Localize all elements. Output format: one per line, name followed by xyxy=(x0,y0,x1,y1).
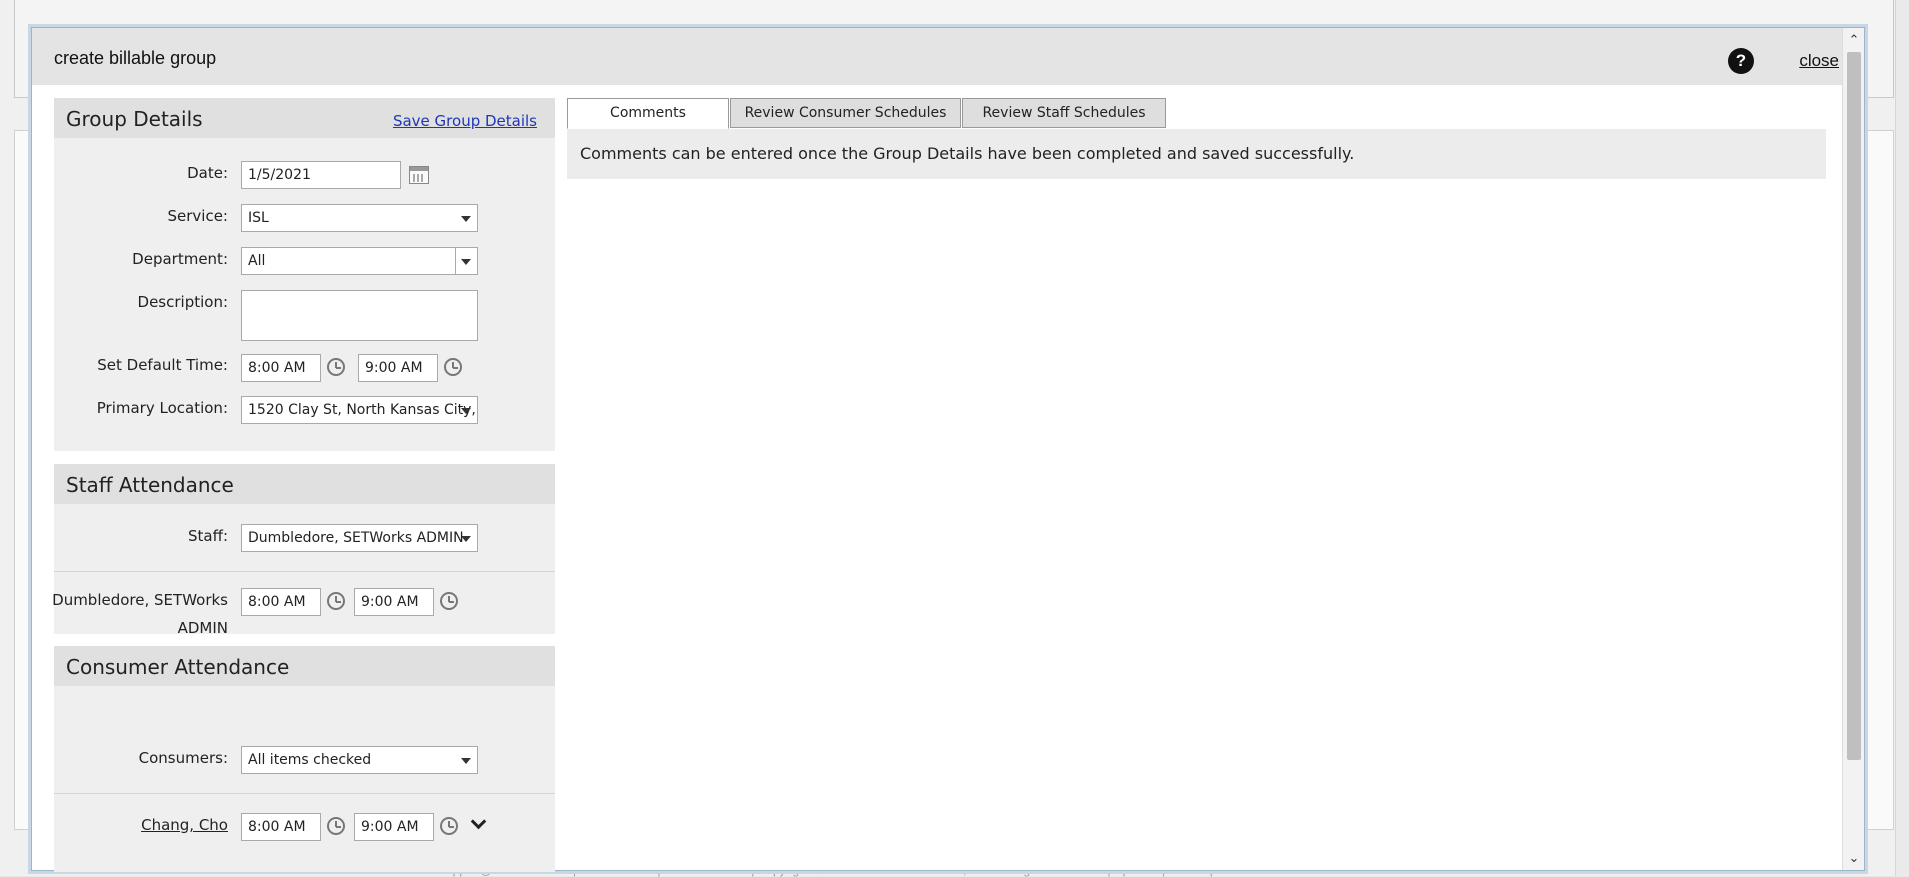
staff-attendee-name-line2: ADMIN xyxy=(177,619,228,637)
tab-comments[interactable]: Comments xyxy=(567,98,729,129)
scroll-down-icon[interactable]: ⌄ xyxy=(1843,850,1865,868)
scrollbar-thumb[interactable] xyxy=(1847,52,1861,760)
department-dropdown-button[interactable] xyxy=(455,248,477,274)
group-details-header: Group Details Save Group Details xyxy=(54,98,555,138)
chevron-down-icon xyxy=(461,536,471,542)
dialog-scrollbar[interactable]: ⌃ ⌄ xyxy=(1842,28,1864,870)
scroll-up-icon[interactable]: ⌃ xyxy=(1843,32,1865,50)
clock-icon[interactable] xyxy=(440,817,458,835)
clock-icon[interactable] xyxy=(327,358,345,376)
default-end-time-input[interactable]: 9:00 AM xyxy=(358,354,438,382)
help-icon[interactable]: ? xyxy=(1728,48,1754,74)
consumer-divider xyxy=(54,793,555,794)
description-label: Description: xyxy=(137,293,228,311)
tab-review-consumer-schedules[interactable]: Review Consumer Schedules xyxy=(730,98,961,128)
staff-divider xyxy=(54,571,555,572)
close-link[interactable]: close xyxy=(1799,51,1839,71)
consumer-attendance-heading: Consumer Attendance xyxy=(66,655,290,679)
consumer-attendance-panel: Consumer Attendance Consumers: All items… xyxy=(54,646,555,872)
chevron-down-icon xyxy=(461,408,471,414)
department-select[interactable]: All xyxy=(241,247,478,275)
default-start-time-input[interactable]: 8:00 AM xyxy=(241,354,321,382)
staff-start-time-input[interactable]: 8:00 AM xyxy=(241,588,321,616)
location-label: Primary Location: xyxy=(96,399,228,417)
service-select[interactable]: ISL xyxy=(241,204,478,232)
group-details-heading: Group Details xyxy=(66,107,203,131)
staff-end-time-input[interactable]: 9:00 AM xyxy=(354,588,434,616)
consumers-select[interactable]: All items checked xyxy=(241,746,478,774)
clock-icon[interactable] xyxy=(440,592,458,610)
chevron-down-icon xyxy=(461,259,471,265)
service-label: Service: xyxy=(167,207,229,225)
consumer-name-link[interactable]: Chang, Cho xyxy=(141,816,228,834)
consumer-start-time-input[interactable]: 8:00 AM xyxy=(241,813,321,841)
consumers-label: Consumers: xyxy=(138,749,228,767)
create-billable-group-dialog: create billable group ? close Group Deta… xyxy=(31,27,1865,872)
location-select[interactable]: 1520 Clay St, North Kansas City, MO xyxy=(241,396,478,424)
staff-attendance-header: Staff Attendance xyxy=(54,464,555,504)
clock-icon[interactable] xyxy=(444,358,462,376)
expand-chevron-icon[interactable] xyxy=(470,813,487,830)
chevron-down-icon xyxy=(461,758,471,764)
date-input[interactable]: 1/5/2021 xyxy=(241,161,401,189)
calendar-icon[interactable] xyxy=(409,166,429,184)
chevron-down-icon xyxy=(461,216,471,222)
department-label: Department: xyxy=(132,250,228,268)
staff-attendance-panel: Staff Attendance Staff: Dumbledore, SETW… xyxy=(52,464,555,637)
comments-message: Comments can be entered once the Group D… xyxy=(580,144,1355,163)
page-scrollbar[interactable] xyxy=(1895,0,1909,876)
consumers-value: All items checked xyxy=(248,752,372,768)
dialog-titlebar: create billable group ? close xyxy=(32,28,1842,85)
staff-attendance-heading: Staff Attendance xyxy=(66,473,234,497)
dialog-title: create billable group xyxy=(54,48,217,68)
staff-label: Staff: xyxy=(188,527,228,545)
comments-panel: Comments can be entered once the Group D… xyxy=(567,129,1826,179)
save-group-details-link[interactable]: Save Group Details xyxy=(393,112,537,130)
tab-review-staff-schedules[interactable]: Review Staff Schedules xyxy=(962,98,1166,128)
clock-icon[interactable] xyxy=(327,817,345,835)
date-label: Date: xyxy=(187,164,228,182)
service-value: ISL xyxy=(248,210,269,226)
clock-icon[interactable] xyxy=(327,592,345,610)
consumer-end-time-input[interactable]: 9:00 AM xyxy=(354,813,434,841)
default-time-label: Set Default Time: xyxy=(97,356,228,374)
department-value: All xyxy=(248,253,266,269)
staff-value: Dumbledore, SETWorks ADMIN xyxy=(248,530,464,546)
staff-select[interactable]: Dumbledore, SETWorks ADMIN xyxy=(241,524,478,552)
description-textarea[interactable] xyxy=(241,290,478,341)
staff-attendee-name: Dumbledore, SETWorks xyxy=(52,591,228,609)
consumer-attendance-header: Consumer Attendance xyxy=(54,646,555,686)
group-details-panel: Group Details Save Group Details Date: 1… xyxy=(54,98,555,451)
location-value: 1520 Clay St, North Kansas City, MO xyxy=(248,402,478,418)
